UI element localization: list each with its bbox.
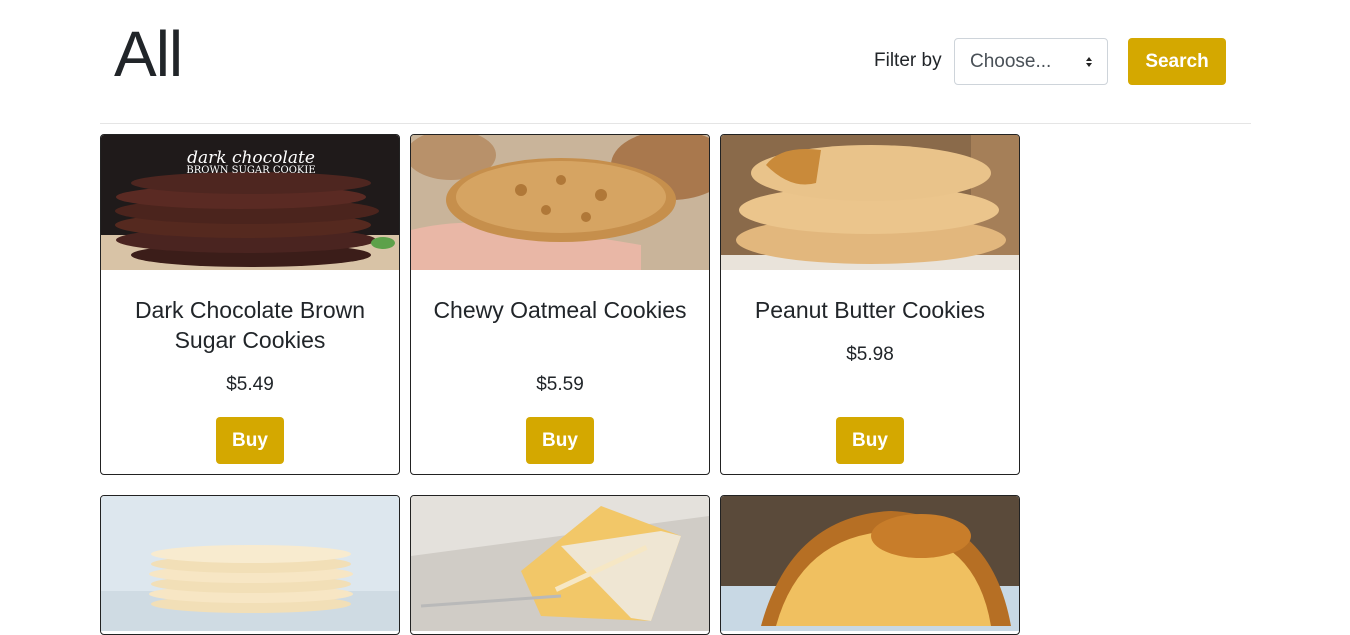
select-arrows-icon (1086, 57, 1092, 67)
product-image (411, 135, 709, 270)
product-card: dark chocolate BROWN SUGAR COOKIE Dark C… (100, 134, 400, 475)
page-title: All (114, 18, 183, 90)
product-image (721, 135, 1019, 270)
product-price: $5.49 (226, 374, 274, 395)
product-price: $5.98 (846, 344, 894, 365)
page-header: All Filter by Choose... Search (100, 0, 1251, 124)
filter-select[interactable]: Choose... (954, 38, 1108, 85)
search-button[interactable]: Search (1128, 38, 1226, 85)
product-card (720, 495, 1020, 635)
buy-button[interactable]: Buy (836, 417, 904, 464)
product-image (411, 496, 709, 631)
buy-button[interactable]: Buy (526, 417, 594, 464)
product-name: Dark Chocolate Brown Sugar Cookies (134, 297, 366, 353)
product-name: Peanut Butter Cookies (754, 297, 986, 323)
product-image-text-secondary: BROWN SUGAR COOKIE (186, 165, 315, 176)
product-price: $5.59 (536, 374, 584, 395)
product-card: Peanut Butter Cookies $5.98 Buy (720, 134, 1020, 475)
product-card (100, 495, 400, 635)
product-name: Chewy Oatmeal Cookies (433, 297, 687, 323)
product-image (721, 496, 1019, 631)
filter-label: Filter by (874, 50, 942, 71)
product-image (101, 496, 399, 631)
product-card (410, 495, 710, 635)
product-image: dark chocolate BROWN SUGAR COOKIE (101, 135, 399, 270)
buy-button[interactable]: Buy (216, 417, 284, 464)
product-card: Chewy Oatmeal Cookies $5.59 Buy (410, 134, 710, 475)
filter-select-value: Choose... (970, 51, 1052, 72)
